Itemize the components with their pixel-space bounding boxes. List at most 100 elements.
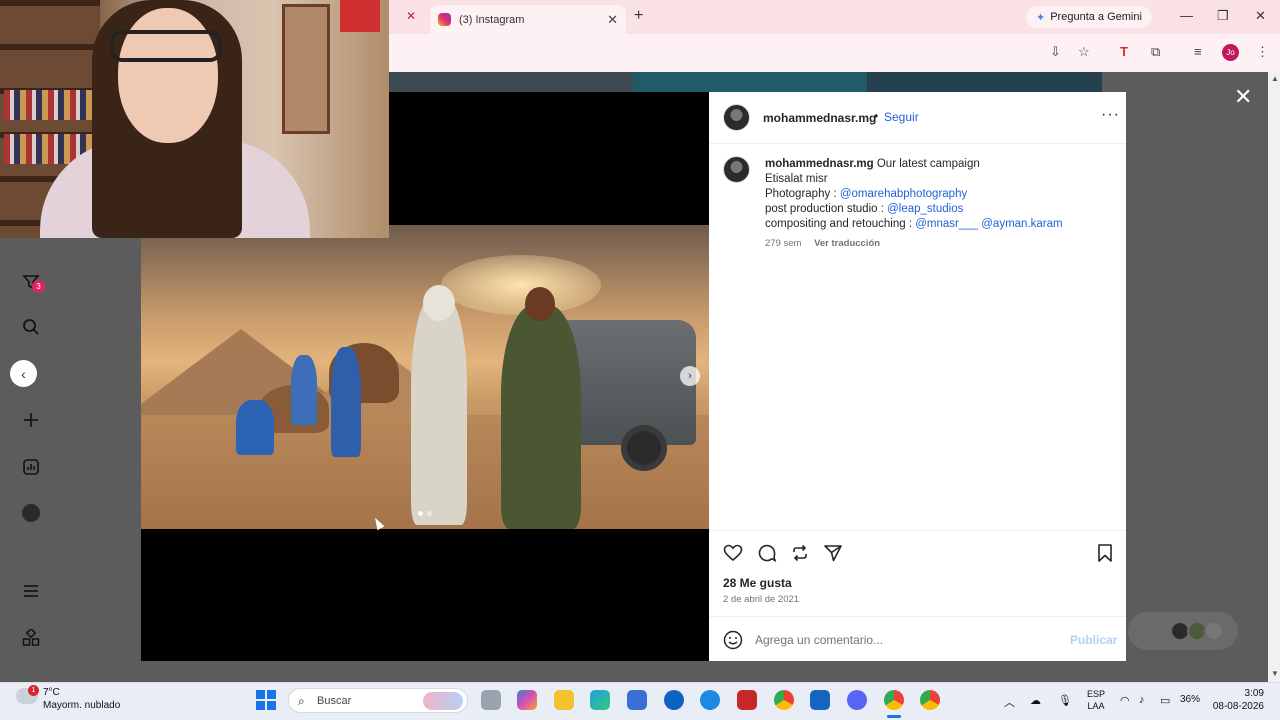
modal-close-icon[interactable]: ✕ (1234, 84, 1252, 110)
clock-date: 08-08-2026 (1212, 701, 1264, 712)
more-menu-icon[interactable] (20, 580, 42, 602)
language-line-1: ESP (1087, 689, 1106, 699)
background-feed-thumbnails (389, 72, 1102, 92)
file-explorer-icon[interactable] (554, 690, 574, 710)
chrome-profile-icon[interactable] (884, 690, 904, 710)
previous-tab-close-icon[interactable]: ✕ (406, 9, 416, 23)
mention-link[interactable]: @mnasr___ (915, 218, 978, 230)
gemini-label: Pregunta a Gemini (1050, 11, 1142, 23)
comment-bubble-icon[interactable] (756, 542, 778, 564)
caption-line-5-prefix: compositing and retouching : (765, 218, 916, 230)
webcam-overlay (0, 0, 389, 238)
page-scrollbar[interactable]: ▲ ▼ (1268, 72, 1280, 682)
author-avatar[interactable] (723, 104, 750, 131)
active-app-indicator (887, 715, 901, 718)
search-icon[interactable] (20, 316, 42, 338)
chrome-icon[interactable] (774, 690, 794, 710)
wifi-icon[interactable]: ◠ (1120, 694, 1130, 707)
install-app-icon[interactable]: ⇩ (1050, 44, 1061, 60)
language-indicator[interactable]: ESP LAA (1087, 688, 1105, 712)
caption-author-avatar[interactable] (723, 156, 750, 183)
microsoft-store-icon[interactable] (627, 690, 647, 710)
battery-icon[interactable]: ▭ (1160, 694, 1170, 707)
author-username[interactable]: mohammednasr.mg (763, 111, 876, 125)
likes-count[interactable]: 28 Me gusta (723, 576, 792, 590)
weather-temperature[interactable]: 7°C (43, 687, 60, 698)
carousel-dots (418, 511, 432, 516)
share-send-icon[interactable] (822, 542, 844, 564)
minimize-icon[interactable]: — (1180, 8, 1193, 23)
weather-badge: 1 (28, 685, 39, 696)
carousel-dot-active (418, 511, 423, 516)
save-bookmark-icon[interactable] (1094, 542, 1116, 564)
gemini-button[interactable]: ✦ Pregunta a Gemini (1026, 6, 1152, 28)
copilot-icon[interactable] (517, 690, 537, 710)
dashboard-chart-icon[interactable] (20, 456, 42, 478)
caption-username[interactable]: mohammednasr.mg (765, 158, 874, 170)
instagram-favicon-icon (438, 13, 451, 26)
translate-link[interactable]: Ver traducción (814, 238, 880, 249)
tray-overflow-chevron-icon[interactable]: ︿ (1004, 694, 1015, 710)
follow-button[interactable]: Seguir (884, 110, 919, 124)
comment-input[interactable] (755, 631, 1055, 649)
edge-browser-icon[interactable] (590, 690, 610, 710)
repost-icon[interactable] (789, 542, 811, 564)
taskbar-search-placeholder: Buscar (317, 694, 352, 707)
caption-line-4-prefix: post production studio : (765, 203, 888, 215)
publish-button[interactable]: Publicar (1070, 633, 1117, 647)
task-view-icon[interactable] (481, 690, 501, 710)
microphone-icon[interactable]: 🎙 (1058, 694, 1072, 707)
extensions-puzzle-icon[interactable]: ⧉ (1151, 44, 1160, 60)
gemini-sparkle-icon: ✦ (1036, 11, 1046, 24)
tab-close-icon[interactable]: ✕ (607, 12, 618, 28)
window-close-icon[interactable]: ✕ (1255, 8, 1266, 24)
scroll-down-icon[interactable]: ▼ (1271, 669, 1279, 678)
carousel-previous-button[interactable]: ‹ (10, 360, 37, 387)
extension-translate-icon[interactable]: T (1120, 44, 1128, 59)
mail-icon[interactable] (810, 690, 830, 710)
post-image[interactable] (141, 225, 709, 529)
taskbar-search[interactable]: ⌕ Buscar (288, 688, 468, 713)
new-tab-icon[interactable]: + (634, 7, 643, 25)
caption-line-2: Etisalat misr (765, 173, 828, 185)
browser-menu-icon[interactable]: ⋮ (1256, 44, 1269, 60)
scroll-up-icon[interactable]: ▲ (1271, 74, 1279, 83)
post-details-panel: mohammednasr.mg • Seguir ··· mohammednas… (709, 92, 1126, 661)
message-avatar (1204, 621, 1224, 641)
caption-meta: 279 sem Ver traducción (765, 238, 880, 249)
also-from-meta-icon[interactable] (20, 627, 42, 649)
onedrive-cloud-icon[interactable]: ☁ (1030, 694, 1041, 707)
create-plus-icon[interactable] (20, 409, 42, 431)
search-highlight-art (423, 692, 463, 710)
tab-instagram[interactable]: (3) Instagram ✕ (430, 5, 626, 34)
like-heart-icon[interactable] (722, 542, 744, 564)
mention-link[interactable]: @leap_studios (887, 203, 963, 215)
volume-icon[interactable]: ♪ (1139, 694, 1145, 706)
actions-divider (709, 530, 1126, 531)
help-icon[interactable] (700, 690, 720, 710)
emoji-icon[interactable] (723, 630, 743, 650)
restore-icon[interactable]: ❐ (1217, 8, 1229, 24)
caption-line-1: Our latest campaign (876, 158, 980, 170)
bookmark-star-icon[interactable]: ☆ (1078, 44, 1090, 60)
clock-time: 3:09 (1244, 688, 1264, 699)
mention-link[interactable]: @omarehabphotography (840, 188, 967, 200)
windows-start-icon[interactable] (256, 690, 276, 710)
search-icon: ⌕ (298, 694, 305, 708)
profile-avatar[interactable]: Jo (1222, 44, 1239, 61)
system-clock[interactable]: 3:09 08-08-2026 (1210, 687, 1264, 713)
media-controls-icon[interactable]: ≡ (1194, 44, 1202, 59)
mention-link[interactable]: @ayman.karam (981, 218, 1062, 230)
profile-avatar-icon[interactable] (20, 502, 42, 524)
carousel-next-button[interactable]: › (680, 366, 700, 386)
post-header: mohammednasr.mg • Seguir ··· (709, 92, 1126, 144)
weather-condition[interactable]: Mayorm. nublado (43, 700, 120, 711)
hp-icon[interactable] (664, 690, 684, 710)
battery-percent: 36% (1180, 694, 1201, 705)
chrome-alt-icon[interactable] (920, 690, 940, 710)
mcafee-icon[interactable] (737, 690, 757, 710)
more-options-icon[interactable]: ··· (1101, 106, 1120, 124)
caption-line-3-prefix: Photography : (765, 188, 840, 200)
discord-icon[interactable] (847, 690, 867, 710)
language-line-2: LAA (1087, 701, 1105, 711)
